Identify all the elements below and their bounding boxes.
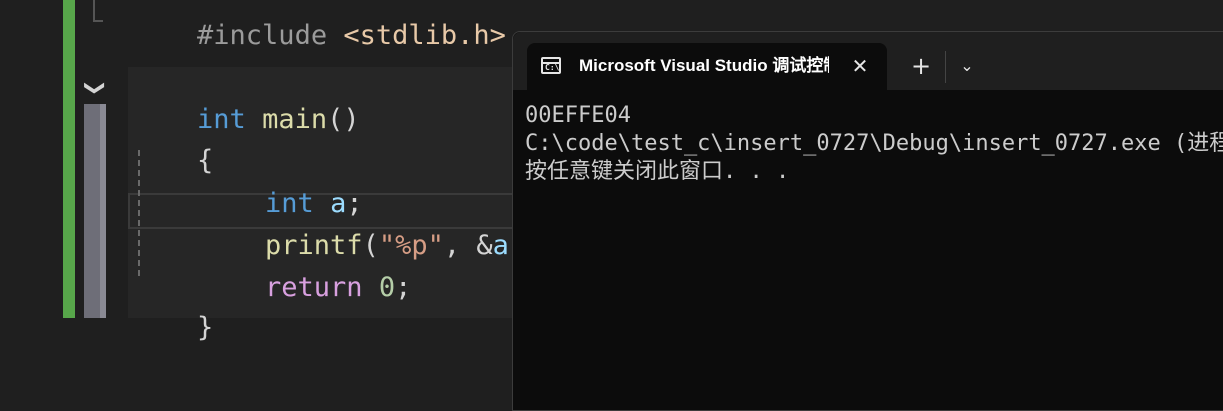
output-line: 按任意键关闭此窗口. . . (525, 159, 790, 184)
new-tab-button[interactable]: + (907, 52, 935, 80)
close-icon[interactable]: ✕ (847, 53, 873, 79)
chevron-down-icon[interactable]: ⌄ (954, 52, 980, 80)
fold-bracket (93, 0, 103, 22)
console-icon: C:\ (541, 57, 561, 74)
include-directive: #include (197, 20, 328, 51)
terminal-tab[interactable]: C:\ Microsoft Visual Studio 调试控制台 ✕ (527, 43, 887, 90)
printf-comma: , & (443, 230, 493, 261)
code-line-close-brace[interactable]: } (132, 280, 213, 376)
semicolon: ; (395, 272, 412, 303)
close-brace: } (197, 312, 214, 343)
code-line-return[interactable]: return 0; (200, 240, 411, 336)
return-space (363, 272, 379, 303)
change-indicator-bar (63, 0, 75, 318)
fold-chevron-icon[interactable]: ❯ (84, 74, 108, 102)
terminal-output[interactable]: 00EFFE04 C:\code\test_c\insert_0727\Debu… (525, 102, 1223, 186)
variable-a: a (492, 230, 509, 261)
output-line: 00EFFE04 (525, 103, 631, 128)
tab-title: Microsoft Visual Studio 调试控制台 (579, 56, 829, 75)
return-value: 0 (378, 272, 396, 303)
keyword-return: return (265, 272, 363, 303)
output-line: C:\code\test_c\insert_0727\Debug\insert_… (525, 131, 1223, 156)
debug-console-window[interactable]: C:\ Microsoft Visual Studio 调试控制台 ✕ + ⌄ … (512, 31, 1223, 411)
terminal-titlebar[interactable]: C:\ Microsoft Visual Studio 调试控制台 ✕ + ⌄ (513, 32, 1223, 90)
scope-marker (84, 104, 106, 318)
function-main: main (262, 104, 328, 135)
titlebar-divider (945, 51, 946, 83)
include-file: <stdlib.h> (343, 20, 506, 51)
main-parens: () (327, 104, 360, 135)
